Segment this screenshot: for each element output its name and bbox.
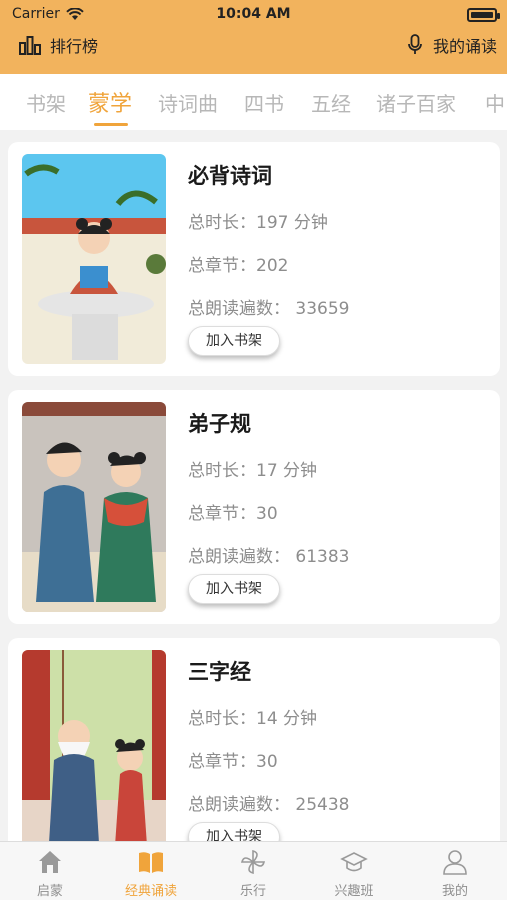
- book-card[interactable]: 三字经 总时长：14 分钟 总章节：30 总朗读遍数： 25438 加入书架: [8, 638, 500, 872]
- active-tab-indicator: [94, 123, 128, 126]
- status-time: 10:04 AM: [216, 6, 291, 22]
- book-info: 三字经 总时长：14 分钟 总章节：30 总朗读遍数： 25438: [188, 656, 349, 815]
- user-icon: [443, 850, 467, 875]
- tabbar-item-classics[interactable]: 经典诵读: [111, 848, 191, 899]
- book-duration: 总时长：197 分钟: [188, 213, 328, 233]
- book-read-count: 总朗读遍数： 33659: [188, 299, 350, 319]
- my-reading-button[interactable]: 我的诵读: [407, 33, 497, 57]
- tabbar-label: 经典诵读: [124, 884, 177, 899]
- tab-bookshelf[interactable]: 书架: [26, 88, 66, 117]
- tab-shici[interactable]: 诗词曲: [158, 88, 218, 117]
- tab-more[interactable]: 中: [485, 88, 505, 117]
- add-to-shelf-button[interactable]: 加入书架: [188, 574, 280, 604]
- tabbar-label: 乐行: [239, 884, 266, 899]
- book-title: 必背诗词: [188, 164, 272, 188]
- book-info: 弟子规 总时长：17 分钟 总章节：30 总朗读遍数： 61383: [188, 408, 349, 567]
- battery-icon: [467, 8, 500, 22]
- tabbar-label: 我的: [441, 884, 468, 899]
- house-icon: [39, 851, 61, 873]
- book-cover-image: [22, 650, 166, 860]
- ranking-label: 排行榜: [50, 37, 99, 56]
- book-cover-image: [22, 154, 166, 364]
- book-card[interactable]: 弟子规 总时长：17 分钟 总章节：30 总朗读遍数： 61383 加入书架: [8, 390, 500, 624]
- book-info: 必背诗词 总时长：197 分钟 总章节：202 总朗读遍数： 33659: [188, 160, 349, 319]
- book-card[interactable]: 必背诗词 总时长：197 分钟 总章节：202 总朗读遍数： 33659 加入书…: [8, 142, 500, 376]
- book-duration: 总时长：17 分钟: [188, 461, 318, 481]
- tab-mengxue[interactable]: 蒙学: [88, 86, 132, 118]
- book-duration: 总时长：14 分钟: [188, 709, 318, 729]
- tabbar-item-qimeng[interactable]: 启蒙: [10, 848, 90, 899]
- tabbar-label: 兴趣班: [334, 884, 374, 899]
- microphone-icon: [408, 34, 422, 54]
- my-reading-label: 我的诵读: [432, 37, 497, 56]
- tabbar-label: 启蒙: [36, 884, 63, 899]
- tab-sishu[interactable]: 四书: [244, 88, 284, 117]
- tabbar-item-me[interactable]: 我的: [415, 848, 495, 899]
- tabbar-item-interest[interactable]: 兴趣班: [314, 848, 394, 899]
- status-bar: Carrier 10:04 AM: [0, 4, 507, 24]
- ranking-button[interactable]: 排行榜: [18, 33, 98, 57]
- book-read-count: 总朗读遍数： 61383: [188, 547, 350, 567]
- bottom-tab-bar: 启蒙 经典诵读 乐行 兴趣班 我的: [0, 841, 507, 900]
- book-chapters: 总章节：30: [188, 504, 278, 524]
- category-tabs: 书架 蒙学 诗词曲 四书 五经 诸子百家 中: [0, 74, 507, 130]
- book-title: 弟子规: [188, 412, 251, 436]
- bar-chart-icon: [19, 36, 41, 55]
- tabbar-item-lexing[interactable]: 乐行: [213, 848, 293, 899]
- book-read-count: 总朗读遍数： 25438: [188, 795, 350, 815]
- nav-bar: 排行榜 我的诵读: [0, 30, 507, 60]
- tab-wujing[interactable]: 五经: [311, 88, 351, 117]
- book-chapters: 总章节：30: [188, 752, 278, 772]
- book-icon: [139, 852, 163, 873]
- book-chapters: 总章节：202: [188, 256, 289, 276]
- book-title: 三字经: [188, 660, 251, 684]
- graduation-cap-icon: [340, 852, 368, 872]
- add-to-shelf-button[interactable]: 加入书架: [188, 326, 280, 356]
- header-bar: Carrier 10:04 AM 排行榜 我的诵读: [0, 0, 507, 74]
- tab-zhuzi[interactable]: 诸子百家: [376, 88, 456, 117]
- book-cover-image: [22, 402, 166, 612]
- pinwheel-icon: [240, 849, 266, 875]
